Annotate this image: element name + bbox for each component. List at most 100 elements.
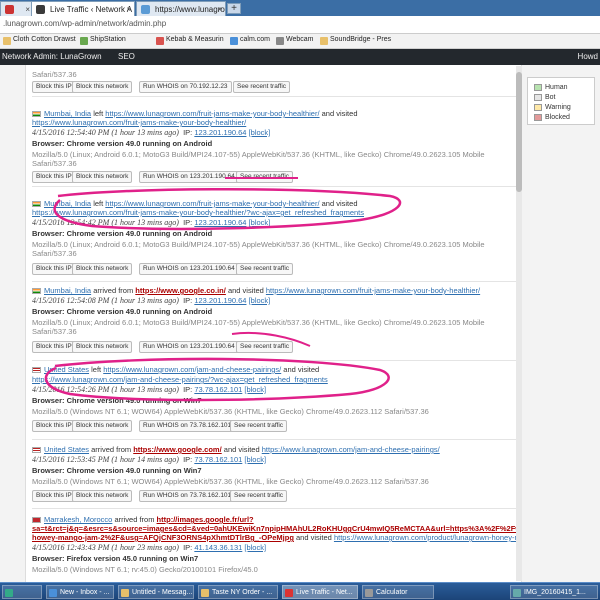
ip-link[interactable]: 41.143.36.131 <box>194 543 242 552</box>
traffic-entry: United States left https://www.lunagrown… <box>32 362 518 440</box>
location-link[interactable]: Mumbai, India <box>44 109 91 118</box>
howdy-menu[interactable]: Howd <box>578 52 598 61</box>
taskbar-item-active[interactable]: Live Traffic - Net... <box>282 585 358 599</box>
browser-tab-0[interactable]: × <box>0 1 34 16</box>
bookmark-item[interactable]: Kebab & Measurin <box>156 36 224 45</box>
page-link[interactable]: https://www.lunagrown.com/jam-and-cheese… <box>262 445 440 454</box>
location-link[interactable]: Marrakesh, Morocco <box>44 515 112 524</box>
network-admin-menu[interactable]: Network Admin: LunaGrown <box>2 52 102 61</box>
timestamp: 4/15/2016 12:53:45 PM (1 hour 14 mins ag… <box>32 455 179 464</box>
traffic-entry: Mumbai, India arrived from https://www.g… <box>32 283 518 361</box>
block-ip-button[interactable]: Block this IP <box>32 490 76 502</box>
calculator-icon <box>365 589 373 597</box>
bookmarks-bar: Cloth Cotton Drawst ShipStation Kebab & … <box>0 34 600 49</box>
close-tab-icon[interactable]: × <box>126 2 131 16</box>
traffic-entry: Safari/537.36 Block this IP Block this n… <box>32 65 518 97</box>
see-recent-traffic-button[interactable]: See recent traffic <box>230 420 288 432</box>
taskbar-item[interactable]: Taste NY Order - ... <box>198 585 278 599</box>
block-link[interactable]: [block] <box>244 385 266 394</box>
page-link[interactable]: https://www.lunagrown.com/fruit-jams-mak… <box>266 286 480 295</box>
taskbar-item[interactable]: Untitled - Messag... <box>118 585 194 599</box>
taskbar-item[interactable]: New - Inbox - ... <box>46 585 114 599</box>
tab-favicon-icon <box>36 5 45 14</box>
timestamp: 4/15/2016 12:54:26 PM (1 hour 13 mins ag… <box>32 385 179 394</box>
block-ip-button[interactable]: Block this IP <box>32 171 76 183</box>
ip-link[interactable]: 73.78.162.101 <box>194 455 242 464</box>
block-ip-button[interactable]: Block this IP <box>32 341 76 353</box>
scrollbar-thumb[interactable] <box>516 72 522 192</box>
see-recent-traffic-button[interactable]: See recent traffic <box>233 81 291 93</box>
block-network-button[interactable]: Block this network <box>72 263 133 275</box>
location-link[interactable]: Mumbai, India <box>44 199 91 208</box>
block-link[interactable]: [block] <box>249 296 271 305</box>
ip-link[interactable]: 123.201.190.64 <box>194 296 246 305</box>
legend-item: Human <box>534 84 568 91</box>
bookmark-item[interactable]: ShipStation <box>80 36 126 45</box>
block-network-button[interactable]: Block this network <box>72 420 133 432</box>
browser-info: Browser: Firefox version 45.0 running on… <box>32 554 199 563</box>
page-link[interactable]: https://www.lunagrown.com/jam-and-cheese… <box>103 365 281 374</box>
browser-tab-live-traffic[interactable]: Live Traffic ‹ Network A × <box>31 1 135 16</box>
entry-summary: Mumbai, India arrived from https://www.g… <box>32 286 480 295</box>
browser-tab-lunagrown[interactable]: https://www.lunagrown × <box>136 1 226 16</box>
run-whois-button[interactable]: Run WHOIS on 73.78.162.101 <box>139 420 236 432</box>
new-tab-button[interactable]: + <box>227 3 241 14</box>
tab-favicon-icon <box>141 5 150 14</box>
block-network-button[interactable]: Block this network <box>72 171 133 183</box>
block-ip-button[interactable]: Block this IP <box>32 81 76 93</box>
traffic-entry: Mumbai, India left https://www.lunagrown… <box>32 195 518 282</box>
bookmark-item[interactable]: Webcam <box>276 36 314 45</box>
run-whois-button[interactable]: Run WHOIS on 70.192.12.23 <box>139 81 232 93</box>
india-flag-icon <box>32 288 41 295</box>
page-link[interactable]: https://www.lunagrown.com/jam-and-cheese… <box>32 375 328 384</box>
location-link[interactable]: United States <box>44 365 89 374</box>
taskbar-item[interactable]: Calculator <box>362 585 434 599</box>
run-whois-button[interactable]: Run WHOIS on 123.201.190.64 <box>139 341 239 353</box>
page-link[interactable]: https://www.lunagrown.com/product/lunagr… <box>334 533 521 542</box>
page-link[interactable]: https://www.lunagrown.com/fruit-jams-mak… <box>32 208 364 217</box>
ip-link[interactable]: 123.201.190.64 <box>194 128 246 137</box>
run-whois-button[interactable]: Run WHOIS on 123.201.190.64 <box>139 171 239 183</box>
block-ip-button[interactable]: Block this IP <box>32 420 76 432</box>
block-link[interactable]: [block] <box>249 128 271 137</box>
ip-link[interactable]: 73.78.162.101 <box>194 385 242 394</box>
taskbar-item[interactable] <box>2 585 42 599</box>
address-bar[interactable]: .lunagrown.com/wp-admin/network/admin.ph… <box>0 16 600 34</box>
close-tab-icon[interactable]: × <box>25 2 30 16</box>
block-link[interactable]: [block] <box>244 455 266 464</box>
location-link[interactable]: Mumbai, India <box>44 286 91 295</box>
page-link[interactable]: https://www.lunagrown.com/fruit-jams-mak… <box>105 109 319 118</box>
referrer-link[interactable]: sa=t&rct=j&q=&esrc=s&source=images&cd=&v… <box>32 524 521 533</box>
seo-menu[interactable]: SEO <box>118 52 135 61</box>
see-recent-traffic-button[interactable]: See recent traffic <box>236 263 294 275</box>
bookmark-item[interactable]: Cloth Cotton Drawst <box>3 36 76 45</box>
taskbar-item[interactable]: IMG_20160415_1... <box>510 585 598 599</box>
ip-link[interactable]: 123.201.190.64 <box>194 218 246 227</box>
close-tab-icon[interactable]: × <box>217 2 222 16</box>
traffic-entry: United States arrived from https://www.g… <box>32 441 518 509</box>
referrer-link[interactable]: https://www.google.com/ <box>133 445 221 454</box>
see-recent-traffic-button[interactable]: See recent traffic <box>236 341 294 353</box>
block-link[interactable]: [block] <box>249 218 271 227</box>
referrer-link[interactable]: https://www.google.co.in/ <box>135 286 226 295</box>
page-link[interactable]: https://www.lunagrown.com/fruit-jams-mak… <box>32 118 246 127</box>
run-whois-button[interactable]: Run WHOIS on 123.201.190.64 <box>139 263 239 275</box>
app-icon <box>49 589 57 597</box>
block-network-button[interactable]: Block this network <box>72 341 133 353</box>
block-network-button[interactable]: Block this network <box>72 81 133 93</box>
block-ip-button[interactable]: Block this IP <box>32 263 76 275</box>
page-link[interactable]: https://www.lunagrown.com/fruit-jams-mak… <box>105 199 319 208</box>
see-recent-traffic-button[interactable]: See recent traffic <box>236 171 294 183</box>
referrer-link[interactable]: http://images.google.fr/url? <box>157 515 254 524</box>
bookmark-item[interactable]: SoundBridge - Pres <box>320 36 391 45</box>
location-link[interactable]: United States <box>44 445 89 454</box>
scrollbar[interactable] <box>516 66 522 581</box>
referrer-link[interactable]: howey-mango-jam-2%2F&usg=AFQjCNF3ORNS4pX… <box>32 533 294 542</box>
see-recent-traffic-button[interactable]: See recent traffic <box>230 490 288 502</box>
block-network-button[interactable]: Block this network <box>72 490 133 502</box>
bookmark-icon <box>276 37 284 45</box>
bookmark-item[interactable]: calm.com <box>230 36 270 45</box>
run-whois-button[interactable]: Run WHOIS on 73.78.162.101 <box>139 490 236 502</box>
block-link[interactable]: [block] <box>244 543 266 552</box>
app-icon <box>121 589 129 597</box>
